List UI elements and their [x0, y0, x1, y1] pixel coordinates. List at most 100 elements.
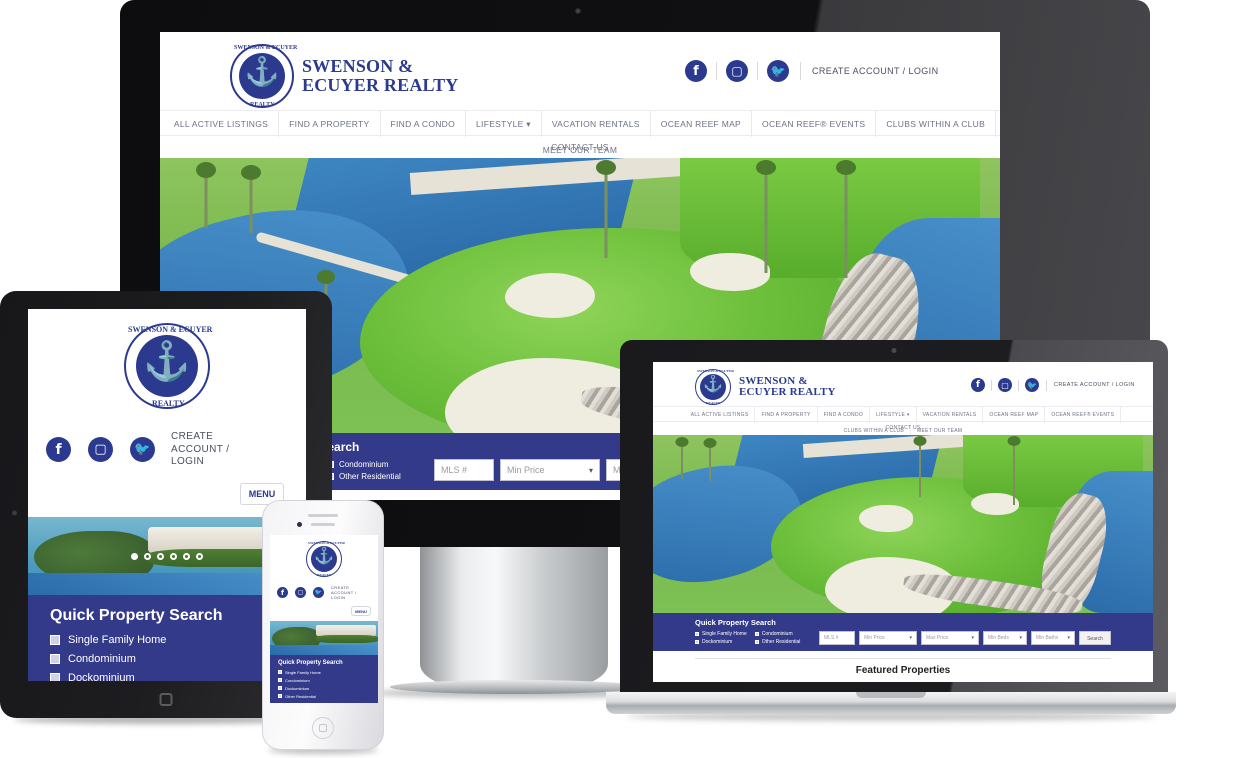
- nav-item-ocean-reef-map[interactable]: OCEAN REEF MAP: [983, 407, 1046, 423]
- nav-item-find-a-condo[interactable]: FIND A CONDO: [381, 111, 467, 137]
- max-price-select[interactable]: Max Price ▾: [921, 631, 979, 645]
- site-header: ⚓ SWENSON & ECUYER REALTY f ▢ 🐦 CREATE A…: [270, 535, 378, 621]
- checkbox-single-family-home[interactable]: Single Family Home: [695, 631, 755, 637]
- logo-arc-bottom-text: REALTY: [706, 401, 721, 405]
- carousel-dot-5[interactable]: [183, 552, 190, 560]
- brand-logo[interactable]: ⚓ SWENSON & ECUYER REALTY: [270, 541, 378, 577]
- twitter-icon[interactable]: 🐦: [767, 60, 789, 82]
- create-account-login-link[interactable]: CREATE ACCOUNT / LOGIN: [331, 585, 369, 601]
- checkbox-condominium[interactable]: Condominium: [50, 653, 284, 665]
- checkbox-box[interactable]: [754, 632, 759, 636]
- nav-item-lifestyle[interactable]: LIFESTYLE ▾: [870, 407, 917, 423]
- checkbox-box[interactable]: [278, 678, 282, 683]
- twitter-icon[interactable]: 🐦: [1025, 378, 1039, 392]
- twitter-icon[interactable]: 🐦: [130, 437, 155, 463]
- nav-item-lifestyle[interactable]: LIFESTYLE ▾: [466, 111, 542, 137]
- min-beds-select[interactable]: Min Beds ▾: [983, 631, 1027, 645]
- create-account-login-link[interactable]: CREATE ACCOUNT / LOGIN: [1054, 382, 1135, 388]
- brand-logo[interactable]: ⚓ SWENSON & ECUYER REALTY: [28, 323, 306, 409]
- carousel-dot-2[interactable]: [144, 552, 151, 560]
- nav-item-all-active-listings[interactable]: ALL ACTIVE LISTINGS: [164, 111, 280, 137]
- palm-tree-icon: [1007, 435, 1021, 505]
- checkbox-box[interactable]: [695, 640, 699, 644]
- divider: [1046, 379, 1047, 391]
- hero-palm-row: [316, 634, 378, 643]
- logo-arc-top-text: SWENSON & ECUYER: [697, 369, 734, 373]
- brand-logo[interactable]: ⚓ SWENSON & ECUYER REALTY SWENSON & ECUY…: [695, 369, 836, 405]
- mls-number-input[interactable]: MLS #: [434, 459, 494, 481]
- nav-item-ocean-reef-events[interactable]: OCEAN REEF® EVENTS: [1045, 407, 1122, 423]
- site-header: ⚓ SWENSON & ECUYER REALTY f ▢ 🐦 CREATE A…: [28, 309, 306, 517]
- instagram-icon[interactable]: ▢: [998, 378, 1012, 392]
- checkbox-box[interactable]: [278, 670, 282, 675]
- min-baths-select[interactable]: Min Baths ▾: [1031, 631, 1075, 645]
- facebook-icon[interactable]: f: [46, 437, 71, 463]
- checkbox-single-family-home[interactable]: Single Family Home: [278, 670, 370, 675]
- nav-item-all-active-listings[interactable]: ALL ACTIVE LISTINGS: [685, 407, 756, 423]
- nav-item-contact-us[interactable]: CONTACT US: [551, 136, 608, 158]
- palm-tree-icon: [675, 435, 689, 479]
- checkbox-single-family-home[interactable]: Single Family Home: [50, 634, 284, 646]
- facebook-icon[interactable]: f: [277, 587, 288, 599]
- hero-carousel[interactable]: [653, 435, 1153, 613]
- checkbox-other-residential[interactable]: Other Residential: [278, 694, 370, 699]
- mobile-menu-button[interactable]: MENU: [351, 605, 371, 616]
- checkbox-dockominium[interactable]: Dockominium: [695, 639, 755, 645]
- checkbox-condominium[interactable]: Condominium: [327, 460, 424, 469]
- mls-placeholder: MLS #: [441, 465, 468, 475]
- instagram-icon[interactable]: ▢: [88, 437, 113, 463]
- checkbox-box[interactable]: [278, 694, 282, 699]
- home-button[interactable]: [159, 693, 173, 706]
- checkbox-dockominium[interactable]: Dockominium: [278, 686, 370, 691]
- carousel-dot-6[interactable]: [196, 552, 203, 560]
- checkbox-dockominium[interactable]: Dockominium: [50, 671, 284, 682]
- min-price-select[interactable]: Min Price ▾: [500, 459, 600, 481]
- home-button[interactable]: [312, 717, 334, 739]
- logo-arc-bottom-text: REALTY: [152, 399, 185, 408]
- create-account-login-link[interactable]: CREATE ACCOUNT / LOGIN: [171, 431, 249, 469]
- carousel-dot-3[interactable]: [157, 552, 164, 560]
- quick-search-title: Quick Property Search: [50, 606, 223, 624]
- nav-item-ocean-reef-events[interactable]: OCEAN REEF® EVENTS: [752, 111, 877, 137]
- carousel-dot-1[interactable]: [131, 552, 138, 560]
- create-account-login-link[interactable]: CREATE ACCOUNT / LOGIN: [812, 66, 939, 76]
- nav-item-clubs-within-a-club[interactable]: CLUBS WITHIN A CLUB: [876, 111, 997, 137]
- hero-carousel[interactable]: [270, 620, 378, 655]
- palm-tree-icon: [756, 158, 776, 273]
- min-price-select[interactable]: Min Price ▾: [859, 631, 917, 645]
- nav-item-ocean-reef-map[interactable]: OCEAN REEF MAP: [651, 111, 753, 137]
- carousel-dot-4[interactable]: [170, 552, 177, 560]
- checkbox-other-residential[interactable]: Other Residential: [327, 472, 424, 481]
- nav-item-vacation-rentals[interactable]: VACATION RENTALS: [542, 111, 651, 137]
- checkbox-box[interactable]: [278, 686, 282, 691]
- earpiece-speaker-secondary: [311, 523, 335, 526]
- quick-property-search-laptop: Quick Property Search Single Family Home…: [653, 613, 1153, 651]
- facebook-icon[interactable]: f: [971, 378, 985, 392]
- nav-item-find-a-property[interactable]: FIND A PROPERTY: [279, 111, 381, 137]
- checkbox-label: Dockominium: [702, 639, 733, 645]
- checkbox-label: Dockominium: [68, 671, 135, 682]
- featured-properties-title: Featured Properties: [855, 665, 951, 676]
- checkbox-box[interactable]: [695, 632, 699, 636]
- nav-item-vacation-rentals[interactable]: VACATION RENTALS: [917, 407, 984, 423]
- checkbox-condominium[interactable]: Condominium: [278, 678, 370, 683]
- twitter-icon[interactable]: 🐦: [313, 587, 324, 599]
- nav-item-contact-us[interactable]: CONTACT US: [885, 422, 920, 435]
- min-price-value: Min Price: [864, 635, 885, 641]
- carousel-dots[interactable]: [131, 552, 203, 560]
- nav-item-find-a-condo[interactable]: FIND A CONDO: [818, 407, 871, 423]
- checkbox-box[interactable]: [50, 653, 60, 664]
- brand-logo[interactable]: ⚓ SWENSON & ECUYER REALTY SWENSON & ECUY…: [230, 44, 458, 108]
- divider: [1018, 379, 1019, 391]
- instagram-icon[interactable]: ▢: [726, 60, 748, 82]
- checkbox-condominium[interactable]: Condominium: [754, 631, 813, 637]
- checkbox-box[interactable]: [50, 634, 60, 645]
- instagram-icon[interactable]: ▢: [295, 587, 306, 599]
- mls-number-input[interactable]: MLS #: [819, 631, 855, 645]
- checkbox-box[interactable]: [50, 672, 60, 681]
- checkbox-other-residential[interactable]: Other Residential: [754, 639, 813, 645]
- checkbox-box[interactable]: [754, 640, 759, 644]
- nav-item-find-a-property[interactable]: FIND A PROPERTY: [755, 407, 818, 423]
- search-button[interactable]: Search: [1079, 631, 1111, 645]
- facebook-icon[interactable]: f: [685, 60, 707, 82]
